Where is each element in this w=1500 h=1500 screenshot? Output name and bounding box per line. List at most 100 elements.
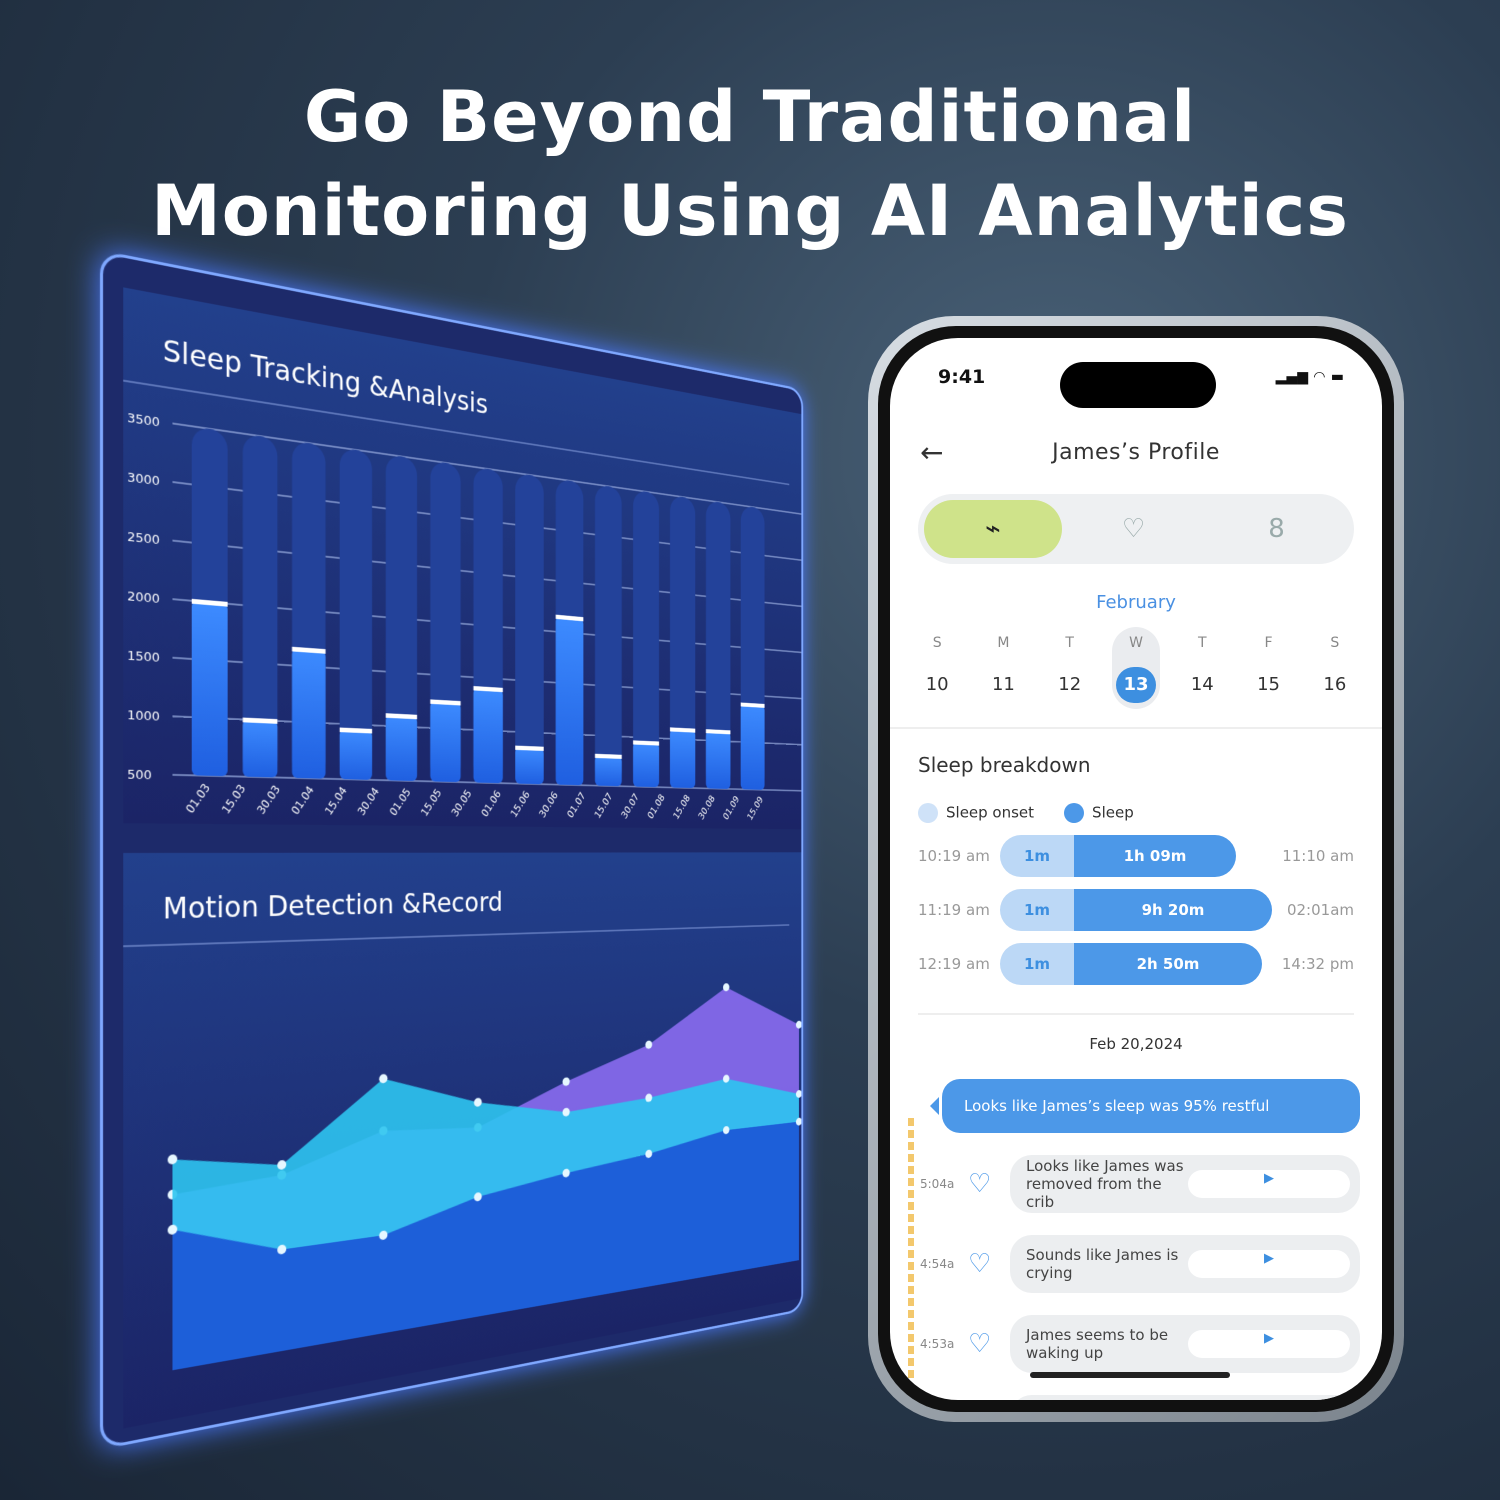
day-10[interactable]: S 10 [913, 627, 961, 709]
day-number: 14 [1190, 674, 1214, 695]
bar-b6 [430, 701, 461, 783]
x-tick-label: 15.08 [671, 793, 692, 822]
day-letter: M [997, 635, 1010, 651]
day-number: 11 [991, 674, 1015, 695]
tab-activity[interactable]: ⌁ [924, 500, 1062, 558]
day-letter: F [1264, 635, 1273, 651]
home-indicator[interactable] [1030, 1372, 1230, 1378]
sleep-duration: 1h 09m [1074, 835, 1236, 877]
day-number: 12 [1058, 674, 1082, 695]
signal-icon: ▂▄▆ [1275, 369, 1308, 385]
heart-icon[interactable]: ♡ [968, 1169, 1010, 1199]
dynamic-island [1060, 362, 1216, 408]
heart-icon[interactable]: ♡ [968, 1249, 1010, 1279]
sleep-bar: 1m 9h 20m [1000, 889, 1272, 931]
play-icon[interactable]: ▶ [1188, 1330, 1350, 1358]
x-tick-label: 30.05 [449, 787, 473, 819]
event-text: James seems to be waking up [1026, 1326, 1169, 1362]
y-tick-label: 1500 [127, 648, 160, 665]
start-time: 12:19 am [918, 955, 990, 973]
play-icon[interactable]: ▶ [1188, 1250, 1350, 1278]
sleep-card: Sleep Tracking &Analysis 3500 3000 2500 200… [123, 287, 801, 830]
headline-line-1: Go Beyond Traditional [303, 76, 1197, 158]
x-tick-label: 30.03 [255, 783, 283, 817]
sleep-breakdown: Sleep breakdown Sleep onset Sleep 10:19 … [890, 729, 1382, 1053]
heartbeat-icon: ⌁ [985, 514, 1001, 544]
sleep-onset-swatch [918, 803, 938, 823]
event-item[interactable]: 4:53a♡Looks like James was placed in the… [890, 1395, 1382, 1400]
bar-b9 [555, 616, 584, 786]
bar-b10 [594, 755, 622, 787]
headline: Go Beyond Traditional Monitoring Using A… [0, 70, 1500, 258]
x-tick-label: 15.05 [419, 787, 444, 819]
day-letter: T [1197, 635, 1207, 651]
phone-screen: 9:41 ▂▄▆ ◠ ▬ ← James’s Profile ⌁ ♡ 8 Febru… [890, 338, 1382, 1400]
tab-health[interactable]: ♡ [1062, 500, 1205, 558]
day-15[interactable]: F 15 [1245, 627, 1293, 709]
baby-icon: 8 [1268, 514, 1285, 544]
day-number: 16 [1323, 674, 1347, 695]
sleep-row: 10:19 am 1m 1h 09m 11:10 am [918, 835, 1354, 877]
bar-b5 [385, 715, 418, 782]
bar-track [515, 472, 544, 785]
day-13[interactable]: W 13 [1111, 627, 1160, 709]
play-icon[interactable]: ▶ [1188, 1170, 1350, 1198]
tab-baby[interactable]: 8 [1205, 500, 1348, 558]
week-strip: S 10 M 11 T 12 W 13 T 14 F 15 S 16 [890, 613, 1382, 709]
y-tick-label: 3500 [127, 410, 160, 429]
end-time: 02:01am [1286, 901, 1354, 919]
battery-icon: ▬ [1330, 369, 1344, 385]
event-time: 4:53a [920, 1337, 955, 1351]
x-tick-label: 01.07 [565, 790, 587, 820]
bar-track [594, 484, 622, 787]
sleep-duration: 9h 20m [1074, 889, 1272, 931]
day-12[interactable]: T 12 [1046, 627, 1094, 709]
event-item[interactable]: 4:53a ♡ James seems to be waking up ▶ [890, 1315, 1382, 1373]
x-tick-label: 15.06 [509, 789, 532, 820]
x-tick-label: 30.08 [697, 793, 717, 822]
bar-b4 [339, 729, 373, 780]
dashboard-stage: Sleep Tracking &Analysis 3500 3000 2500 200… [100, 250, 900, 1450]
back-arrow-icon[interactable]: ← [920, 436, 980, 469]
event-time: 4:54a [920, 1257, 955, 1271]
day-number: 10 [925, 674, 949, 695]
x-tick-label: 15.09 [746, 794, 765, 822]
day-number: 13 [1115, 667, 1156, 703]
start-time: 11:19 am [918, 901, 990, 919]
timeline-strip [908, 1118, 914, 1378]
wifi-icon: ◠ [1313, 369, 1325, 385]
event-text: Looks like James was removed from the cr… [1026, 1157, 1184, 1211]
y-tick-label: 2500 [127, 529, 160, 547]
day-letter: W [1129, 635, 1143, 651]
x-tick-label: 15.04 [323, 784, 350, 817]
day-16[interactable]: S 16 [1311, 627, 1359, 709]
y-tick-label: 2000 [127, 589, 160, 606]
bar-b12 [670, 729, 696, 789]
x-tick-label: 01.08 [646, 792, 667, 821]
day-letter: S [932, 635, 942, 651]
day-number: 15 [1257, 674, 1280, 695]
sleep-row: 12:19 am 1m 2h 50m 14:32 pm [918, 943, 1354, 985]
motion-area-chart [167, 983, 802, 1371]
day-11[interactable]: M 11 [979, 627, 1027, 709]
event-item[interactable]: 5:04a ♡ Looks like James was removed from … [890, 1155, 1382, 1213]
sleep-breakdown-title: Sleep breakdown [918, 753, 1091, 777]
event-time: 5:04a [920, 1177, 955, 1191]
onset-duration: 1m [1000, 889, 1074, 931]
nav-bar: ← James’s Profile [890, 398, 1382, 478]
y-tick-label: 1000 [127, 708, 160, 724]
motion-card: Motion Detection &Record [123, 852, 802, 1429]
bar-b2 [242, 719, 278, 778]
x-tick-label: 30.07 [619, 791, 640, 821]
phone: 9:41 ▂▄▆ ◠ ▬ ← James’s Profile ⌁ ♡ 8 Febru… [868, 316, 1404, 1422]
day-14[interactable]: T 14 [1178, 627, 1226, 709]
legend-onset: Sleep onset [946, 803, 1035, 822]
heart-icon: ♡ [1121, 514, 1146, 544]
bar-b11 [633, 742, 660, 788]
x-tick-label: 01.05 [388, 786, 414, 818]
status-time: 9:41 [938, 366, 986, 388]
event-item[interactable]: 4:54a ♡ Sounds like James is crying ▶ [890, 1235, 1382, 1293]
summary-bubble: Looks like James’s sleep was 95% restful [930, 1079, 1360, 1133]
month-label: February [1096, 592, 1176, 613]
heart-icon[interactable]: ♡ [968, 1329, 1010, 1359]
